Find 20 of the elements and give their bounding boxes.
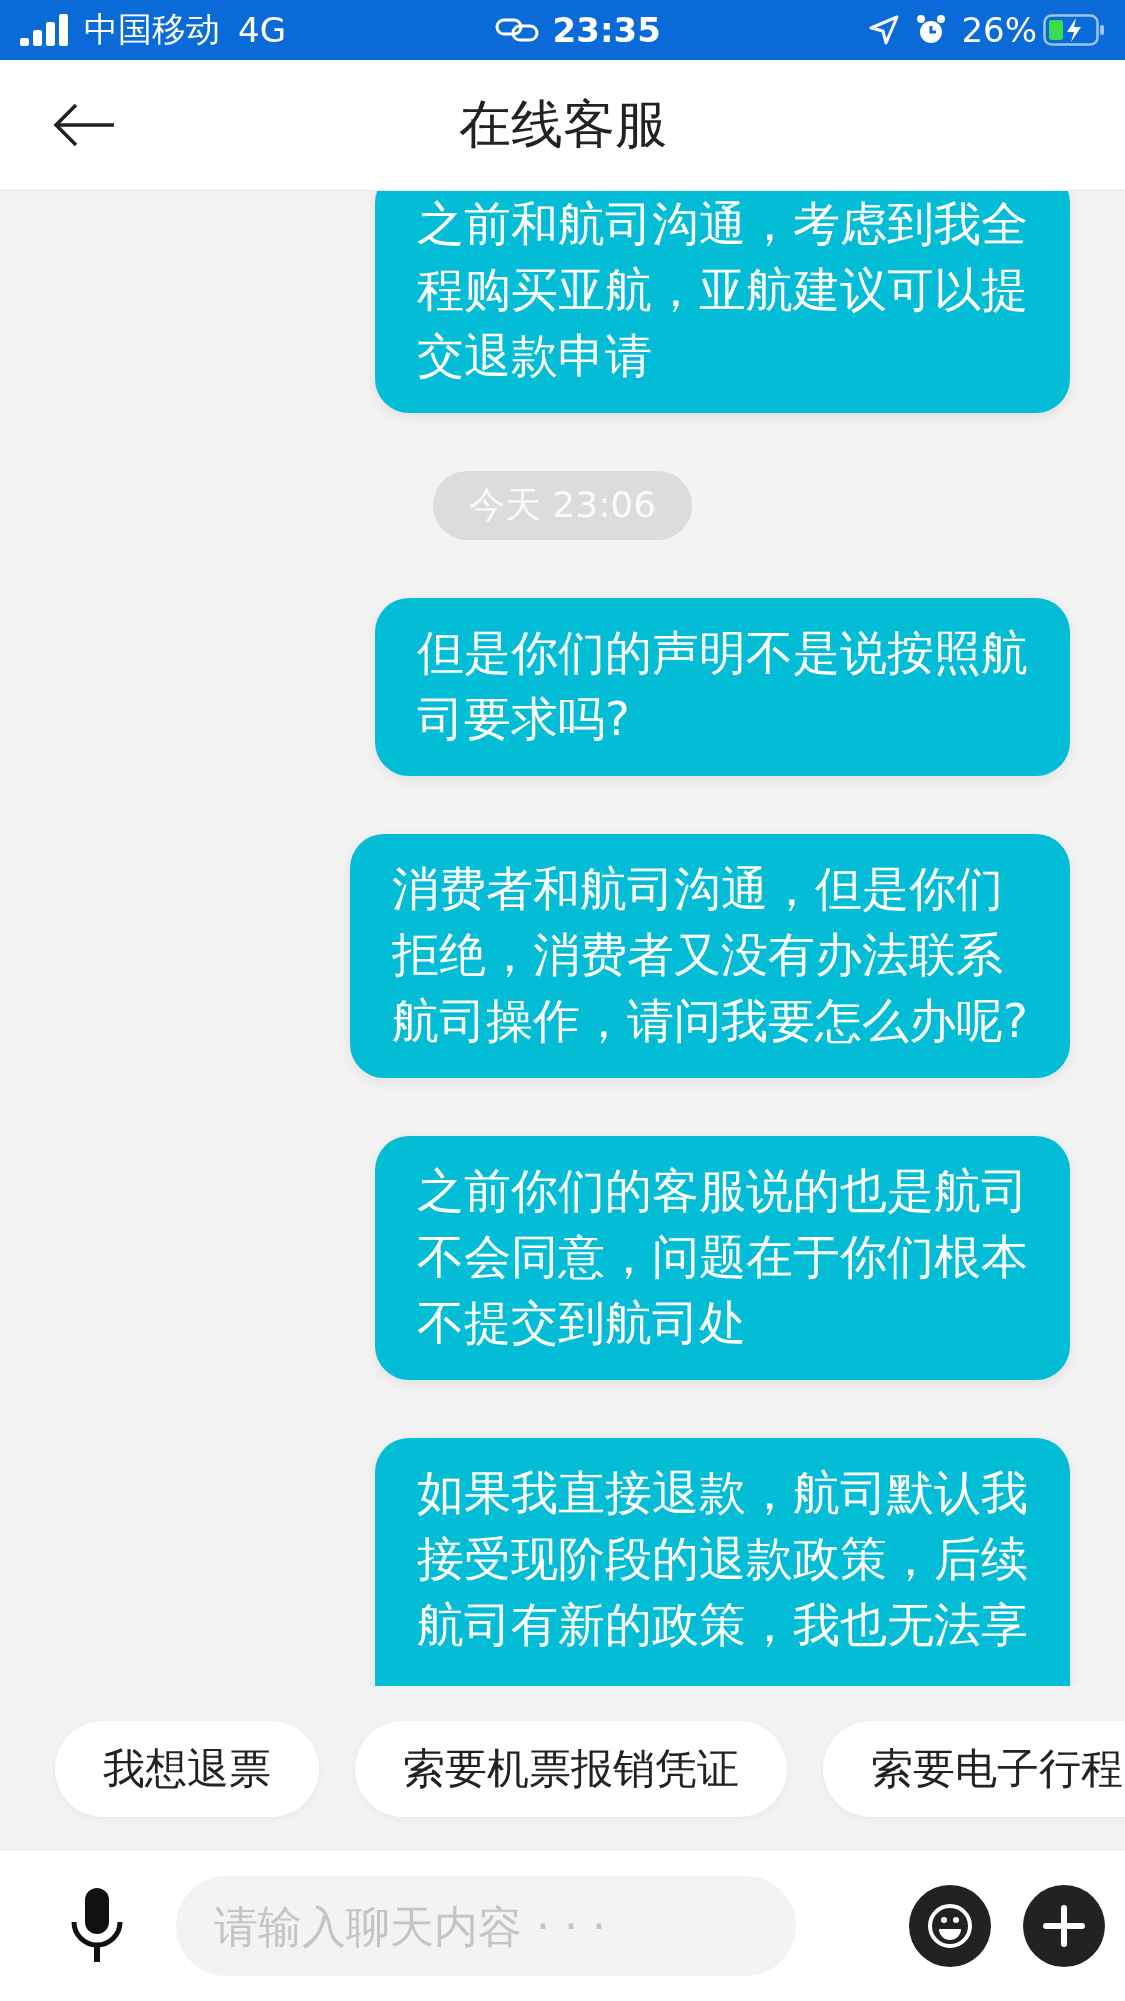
- message-bubble: 消费者和航司沟通，但是你们 拒绝，消费者又没有办法联系 航司操作，请问我要怎么办呢?: [350, 834, 1070, 1078]
- plus-icon: [1042, 1904, 1086, 1948]
- battery-charging-icon: [1043, 14, 1105, 46]
- message-bubble: 如果我直接退款，航司默认我 接受现阶段的退款政策，后续 航司有新的政策，我也无法享: [375, 1438, 1070, 1686]
- quick-reply-chip[interactable]: 索要电子行程: [823, 1720, 1125, 1817]
- smiley-icon: [925, 1901, 975, 1951]
- link-icon: [494, 17, 539, 43]
- back-arrow-icon[interactable]: [52, 102, 116, 148]
- clock-time: 23:35: [552, 10, 661, 50]
- message-bubble: 之前和航司沟通，考虑到我全 程购买亚航，亚航建议可以提 交退款申请: [375, 191, 1070, 413]
- page-title: 在线客服: [458, 93, 667, 156]
- message-bubble: 但是你们的声明不是说按照航 司要求吗?: [375, 598, 1070, 776]
- battery-percent: 26%: [961, 10, 1037, 50]
- message-bubble: 之前你们的客服说的也是航司 不会同意，问题在于你们根本 不提交到航司处: [375, 1136, 1070, 1380]
- carrier-name: 中国移动: [84, 8, 220, 51]
- location-icon: [869, 15, 900, 45]
- network-type: 4G: [238, 10, 286, 50]
- quick-reply-chip[interactable]: 我想退票: [55, 1720, 319, 1817]
- alarm-icon: [915, 14, 948, 46]
- quick-reply-chip[interactable]: 索要机票报销凭证: [355, 1720, 787, 1817]
